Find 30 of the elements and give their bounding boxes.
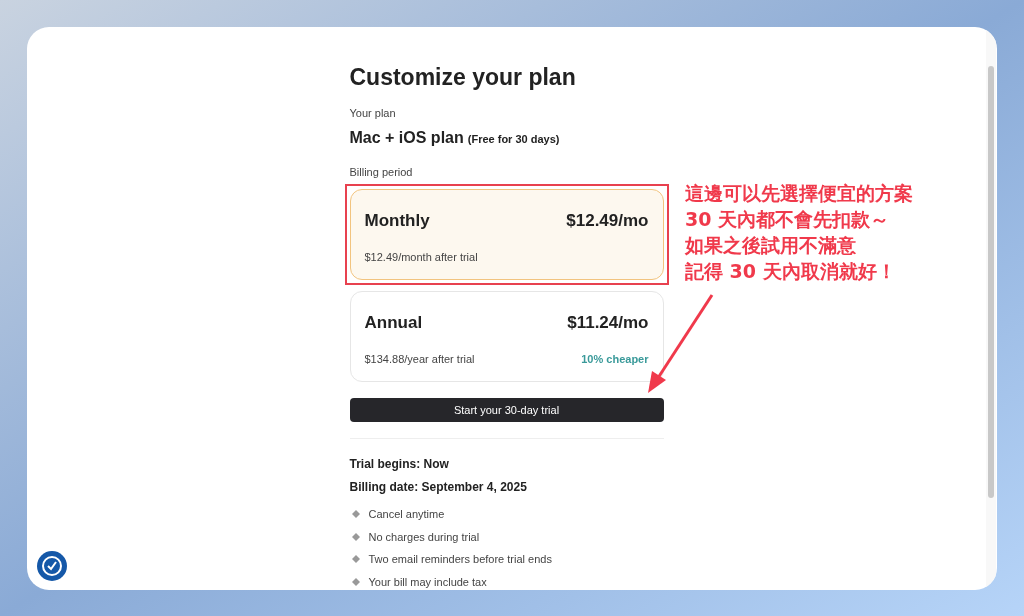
diamond-icon	[351, 577, 360, 586]
diamond-icon	[351, 532, 360, 541]
option-name: Monthly	[364, 210, 430, 232]
option-detail: $134.88/year after trial	[364, 351, 475, 367]
annotation-text: 如果之後試用不滿意	[685, 233, 857, 258]
plan-label: Your plan	[349, 106, 397, 121]
option-detail: $12.49/month after trial	[364, 249, 478, 265]
bullet-text: No charges during trial	[368, 529, 480, 545]
plan-name: Mac + iOS plan	[349, 127, 464, 148]
start-trial-button[interactable]: Start your 30-day trial	[349, 398, 664, 423]
summary-text: Billing date: September 4, 2025	[349, 479, 528, 496]
bullet-text: Two email reminders before trial ends	[368, 552, 552, 567]
option-price: $12.49/mo	[566, 210, 649, 232]
page-title: Customize your plan	[349, 63, 577, 91]
bullet-text: Your bill may include tax	[368, 574, 487, 590]
annotation-text: 記得 30 天內取消就好！	[685, 259, 897, 284]
summary-text: Trial begins: Now	[349, 456, 450, 473]
bullet-text: Cancel anytime	[368, 507, 445, 522]
diamond-icon	[351, 510, 360, 519]
option-name: Annual	[364, 312, 423, 334]
plan-option[interactable]: Monthly $12.49/mo $12.49/month after trial	[349, 189, 664, 280]
plan-option[interactable]: Annual $11.24/mo $134.88/year after trial 10% cheaper	[349, 291, 664, 382]
discount-label: 10% cheaper	[581, 351, 649, 367]
annotation-text: 30 天內都不會先扣款～	[685, 207, 891, 232]
annotation-text: 這邊可以先選擇便宜的方案	[685, 181, 913, 206]
plan-note: (Free for 30 days)	[467, 131, 560, 147]
option-price: $11.24/mo	[567, 312, 649, 334]
billing-label: Billing period	[349, 164, 414, 180]
diamond-icon	[351, 555, 360, 564]
accessibility-icon	[37, 551, 67, 581]
